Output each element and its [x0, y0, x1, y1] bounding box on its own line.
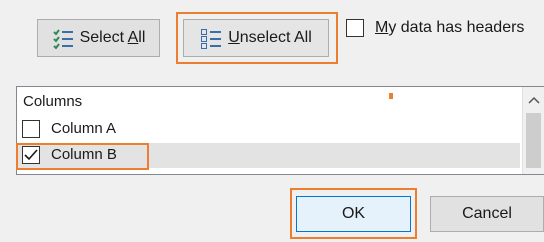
list-item-column-a[interactable]: Column A — [17, 117, 520, 142]
chevron-up-icon — [527, 96, 540, 104]
select-all-icon — [52, 27, 74, 50]
column-b-highlight — [16, 143, 149, 170]
select-all-button[interactable]: Select All — [37, 19, 160, 57]
columns-list-header: Columns — [23, 93, 83, 110]
annotation-mark — [389, 93, 393, 99]
cancel-button[interactable]: Cancel — [430, 196, 544, 232]
vertical-scrollbar[interactable] — [522, 87, 544, 174]
scrollbar-thumb[interactable] — [526, 113, 541, 168]
column-a-label: Column A — [51, 120, 117, 137]
select-all-label: Select All — [79, 29, 146, 46]
headers-checkbox-label[interactable]: My data has headers — [375, 19, 524, 37]
scroll-up-button[interactable] — [523, 87, 544, 113]
cancel-label: Cancel — [462, 205, 512, 222]
column-a-checkbox[interactable] — [22, 120, 40, 138]
ok-highlight — [290, 188, 417, 239]
headers-checkbox[interactable] — [346, 19, 364, 37]
unselect-all-highlight — [176, 12, 338, 64]
